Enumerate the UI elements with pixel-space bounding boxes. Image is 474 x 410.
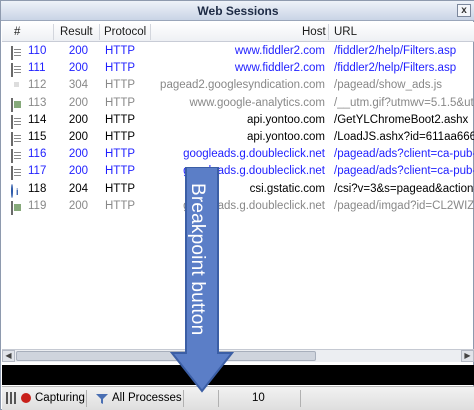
session-url: /csi?v=3&s=pagead&action=le (334, 182, 474, 195)
status-bar: Capturing All Processes 10 (2, 386, 474, 410)
scrollbar-thumb[interactable] (16, 351, 316, 361)
image-icon (11, 200, 13, 215)
status-divider (86, 390, 87, 407)
session-protocol: HTTP (105, 96, 136, 109)
session-number: 115 (28, 130, 47, 143)
session-host: pagead2.googlesyndication.com (160, 79, 325, 92)
column-header-url[interactable]: URL (334, 22, 357, 42)
document-icon (11, 46, 13, 60)
column-header-protocol[interactable]: Protocol (104, 22, 146, 42)
session-host: www.fiddler2.com (234, 45, 325, 57)
horizontal-scrollbar[interactable]: ◀ ▶ (2, 349, 474, 362)
column-header-number[interactable]: # (14, 22, 20, 42)
session-url: /fiddler2/help/Filters.asp (334, 45, 457, 57)
session-number: 114 (28, 113, 47, 126)
session-protocol: HTTP (105, 165, 136, 178)
session-row[interactable]: 118 204 HTTP csi.gstatic.com /csi?v=3&s=… (2, 181, 474, 198)
web-sessions-window: Web Sessions x # Result Protocol Host UR… (0, 0, 474, 410)
session-result: 200 (68, 165, 88, 178)
filter-icon (96, 394, 108, 404)
session-url: /pagead/ads?client=ca-pub-29 (334, 148, 474, 161)
session-host: googleads.g.doubleclick.net (183, 148, 325, 161)
session-protocol: HTTP (105, 182, 136, 195)
session-number: 119 (28, 199, 47, 212)
session-result: 200 (68, 199, 88, 212)
text-icon (11, 114, 13, 129)
close-button[interactable]: x (457, 4, 471, 17)
window-title: Web Sessions (197, 4, 279, 18)
quickexec-bar[interactable] (2, 365, 474, 385)
session-row[interactable]: 110 200 HTTP www.fiddler2.com /fiddler2/… (2, 43, 474, 60)
session-host: api.yontoo.com (247, 130, 325, 143)
session-url: /fiddler2/help/Filters.asp (334, 62, 457, 75)
session-url: /pagead/ads?client=ca-pub-29 (334, 165, 474, 178)
session-protocol: HTTP (105, 199, 136, 212)
column-header-result[interactable]: Result (60, 22, 93, 42)
info-icon (11, 183, 13, 198)
session-url: /GetYLChromeBoot2.ashx (334, 113, 469, 126)
document-icon (11, 166, 13, 181)
document-icon (11, 149, 13, 164)
record-icon[interactable] (21, 393, 31, 403)
session-protocol: HTTP (105, 45, 136, 57)
column-divider[interactable] (150, 24, 151, 40)
session-number: 117 (28, 165, 47, 178)
session-result: 200 (68, 113, 88, 126)
session-row[interactable]: 117 200 HTTP googleads.g.doubleclick.net… (2, 163, 474, 181)
session-protocol: HTTP (105, 130, 136, 143)
column-divider[interactable] (99, 24, 100, 40)
session-row[interactable]: 111 200 HTTP www.fiddler2.com /fiddler2/… (2, 60, 474, 78)
session-row[interactable]: 113 200 HTTP www.google-analytics.com /_… (2, 95, 474, 112)
session-result: 200 (68, 96, 88, 109)
session-url: /__utm.gif?utmwv=5.1.5&utm (334, 96, 474, 109)
session-url: /LoadJS.ashx?id=611aa666-3e (334, 130, 474, 143)
window-titlebar: Web Sessions x (1, 1, 474, 21)
column-divider[interactable] (328, 24, 329, 40)
session-result: 200 (68, 130, 88, 143)
session-url: /pagead/imgad?id=CL2WIZLv (334, 199, 474, 212)
session-protocol: HTTP (105, 62, 136, 75)
session-protocol: HTTP (105, 79, 136, 92)
scroll-right-icon[interactable]: ▶ (461, 350, 474, 362)
session-number: 118 (28, 182, 47, 195)
capturing-indicator[interactable]: Capturing (35, 387, 85, 410)
annotation-label: Breakpoint button (187, 183, 208, 336)
session-protocol: HTTP (105, 113, 136, 126)
session-row[interactable]: 119 200 HTTP googleads.g.doubleclick.net… (2, 198, 474, 215)
status-divider (300, 390, 301, 407)
session-result: 200 (68, 62, 88, 75)
column-divider[interactable] (53, 24, 54, 40)
session-result: 200 (68, 148, 88, 161)
image-icon (11, 97, 13, 112)
session-number: 113 (28, 96, 47, 109)
session-number: 112 (28, 79, 47, 92)
scroll-left-icon[interactable]: ◀ (2, 350, 15, 362)
session-count: 10 (252, 392, 265, 404)
session-result: 304 (68, 79, 88, 92)
session-host: www.google-analytics.com (189, 96, 325, 109)
session-result: 204 (68, 182, 88, 195)
session-row[interactable]: 115 200 HTTP api.yontoo.com /LoadJS.ashx… (2, 129, 474, 146)
session-row[interactable]: 116 200 HTTP googleads.g.doubleclick.net… (2, 146, 474, 164)
session-protocol: HTTP (105, 148, 136, 161)
column-header: # Result Protocol Host URL (2, 22, 474, 42)
session-url: /pagead/show_ads.js (334, 79, 443, 92)
session-number: 116 (28, 148, 47, 161)
document-icon (11, 63, 13, 78)
session-host: api.yontoo.com (247, 113, 325, 126)
grip-icon (6, 392, 18, 404)
session-row[interactable]: 114 200 HTTP api.yontoo.com /GetYLChrome… (2, 112, 474, 129)
session-list: 110 200 HTTP www.fiddler2.com /fiddler2/… (2, 43, 474, 215)
session-result: 200 (68, 45, 88, 57)
session-host: www.fiddler2.com (234, 62, 325, 75)
session-number: 110 (28, 45, 47, 57)
column-header-host[interactable]: Host (302, 22, 326, 42)
text-icon (11, 131, 13, 146)
session-row[interactable]: 112 304 HTTP pagead2.googlesyndication.c… (2, 77, 474, 94)
session-number: 111 (28, 62, 46, 75)
